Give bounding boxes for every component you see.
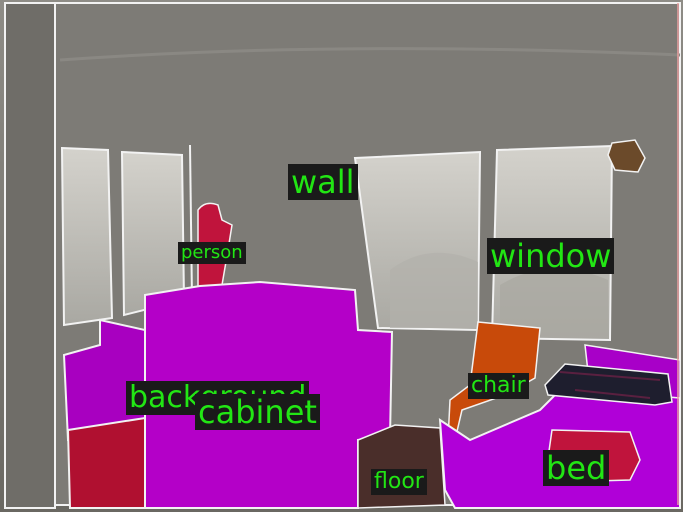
window-pane [60,146,114,327]
red-block-region [66,416,146,509]
label-cabinet: cabinet [195,394,320,430]
mountain-view [390,252,478,328]
label-wall: wall [288,164,358,200]
label-bed: bed [543,450,610,486]
label-floor: floor [371,469,427,495]
label-window: window [487,238,615,274]
floor-region [357,424,446,509]
left-pillar [4,2,56,509]
label-chair: chair [468,373,529,399]
segmentation-scene: wall person window chair background cabi… [0,0,683,512]
label-person: person [178,242,246,264]
